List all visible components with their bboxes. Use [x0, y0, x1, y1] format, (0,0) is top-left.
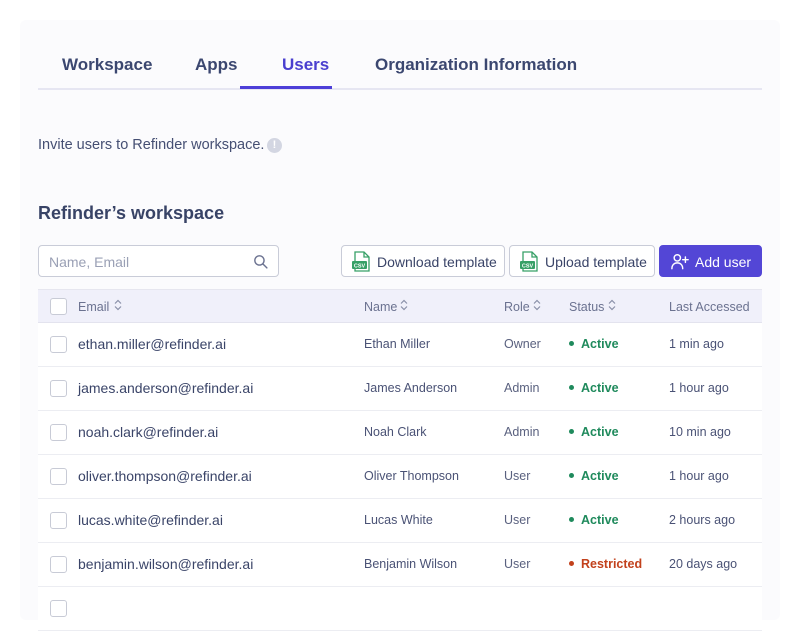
user-role: Admin [504, 381, 540, 395]
user-role: User [504, 513, 531, 527]
table-header: Email Name Role Status Last Accessed [38, 289, 762, 323]
table-row[interactable] [38, 587, 762, 631]
last-accessed: 1 hour ago [669, 469, 729, 483]
user-status: Restricted [569, 557, 642, 571]
row-checkbox[interactable] [50, 336, 67, 353]
status-text: Active [581, 337, 619, 351]
sort-icon[interactable] [114, 299, 122, 311]
status-dot [569, 561, 574, 567]
status-dot [569, 429, 574, 435]
add-user-button[interactable]: Add user [659, 245, 762, 277]
user-email: lucas.white@refinder.ai [78, 512, 223, 528]
table-row[interactable]: ethan.miller@refinder.ai Ethan Miller Ow… [38, 323, 762, 367]
sort-icon[interactable] [608, 299, 616, 311]
user-email: benjamin.wilson@refinder.ai [78, 556, 254, 572]
download-template-button[interactable]: CSV Download template [341, 245, 505, 277]
svg-text:CSV: CSV [522, 263, 534, 269]
sort-icon[interactable] [400, 299, 408, 311]
user-role: Owner [504, 337, 541, 351]
active-tab-indicator [240, 86, 332, 89]
table-row[interactable]: lucas.white@refinder.ai Lucas White User… [38, 499, 762, 543]
tab-users[interactable]: Users [282, 55, 329, 75]
user-email: oliver.thompson@refinder.ai [78, 468, 252, 484]
tab-organization-information[interactable]: Organization Information [375, 55, 577, 75]
status-text: Restricted [581, 557, 643, 571]
table-row[interactable]: benjamin.wilson@refinder.ai Benjamin Wil… [38, 543, 762, 587]
user-name: James Anderson [364, 381, 458, 395]
user-status: Active [569, 469, 619, 483]
column-header-last-accessed[interactable]: Last Accessed [669, 300, 750, 314]
table-row[interactable]: james.anderson@refinder.ai James Anderso… [38, 367, 762, 411]
user-status: Active [569, 425, 619, 439]
row-checkbox[interactable] [50, 380, 67, 397]
column-header-name[interactable]: Name [364, 300, 397, 314]
row-checkbox[interactable] [50, 424, 67, 441]
user-name: Lucas White [364, 513, 433, 527]
csv-file-icon: CSV [352, 251, 370, 272]
user-status: Active [569, 337, 619, 351]
user-status: Active [569, 513, 619, 527]
user-plus-icon [671, 254, 689, 270]
row-checkbox[interactable] [50, 600, 67, 617]
status-text: Active [581, 513, 619, 527]
row-checkbox[interactable] [50, 556, 67, 573]
search-icon[interactable] [252, 253, 269, 270]
search-input[interactable] [49, 252, 249, 272]
row-checkbox[interactable] [50, 512, 67, 529]
user-role: User [504, 557, 531, 571]
status-text: Active [581, 469, 619, 483]
column-header-role[interactable]: Role [504, 300, 530, 314]
select-all-checkbox[interactable] [50, 298, 67, 315]
user-email: james.anderson@refinder.ai [78, 380, 254, 396]
users-settings-panel: Workspace Apps Users Organization Inform… [20, 20, 780, 631]
status-text: Active [581, 425, 619, 439]
user-role: User [504, 469, 531, 483]
tab-apps[interactable]: Apps [195, 55, 238, 75]
user-status: Active [569, 381, 619, 395]
add-user-label: Add user [695, 254, 752, 270]
csv-file-icon: CSV [520, 251, 538, 272]
search-box [38, 245, 279, 277]
sort-icon[interactable] [533, 299, 541, 311]
upload-template-button[interactable]: CSV Upload template [509, 245, 655, 277]
user-email: noah.clark@refinder.ai [78, 424, 219, 440]
svg-text:CSV: CSV [354, 263, 366, 269]
status-text: Active [581, 381, 619, 395]
status-dot [569, 517, 574, 523]
row-checkbox[interactable] [50, 468, 67, 485]
last-accessed: 10 min ago [669, 425, 731, 439]
download-template-label: Download template [377, 254, 497, 270]
last-accessed: 1 hour ago [669, 381, 729, 395]
tab-workspace[interactable]: Workspace [62, 55, 152, 75]
user-role: Admin [504, 425, 540, 439]
user-name: Ethan Miller [364, 337, 430, 351]
user-email: ethan.miller@refinder.ai [78, 336, 227, 352]
invite-description: Invite users to Refinder workspace. [38, 137, 265, 153]
user-name: Benjamin Wilson [364, 557, 458, 571]
status-dot [569, 341, 574, 347]
last-accessed: 20 days ago [669, 557, 738, 571]
info-icon[interactable]: ! [267, 138, 282, 153]
table-row[interactable]: oliver.thompson@refinder.ai Oliver Thomp… [38, 455, 762, 499]
last-accessed: 2 hours ago [669, 513, 736, 527]
table-row[interactable]: noah.clark@refinder.ai Noah Clark Admin … [38, 411, 762, 455]
last-accessed: 1 min ago [669, 337, 724, 351]
column-header-status[interactable]: Status [569, 300, 604, 314]
user-name: Noah Clark [364, 425, 427, 439]
user-name: Oliver Thompson [364, 469, 459, 483]
column-header-email[interactable]: Email [78, 300, 109, 314]
status-dot [569, 473, 574, 479]
settings-tabs: Workspace Apps Users Organization Inform… [38, 20, 762, 90]
upload-template-label: Upload template [545, 254, 647, 270]
workspace-title: Refinder’s workspace [38, 203, 225, 223]
status-dot [569, 385, 574, 391]
